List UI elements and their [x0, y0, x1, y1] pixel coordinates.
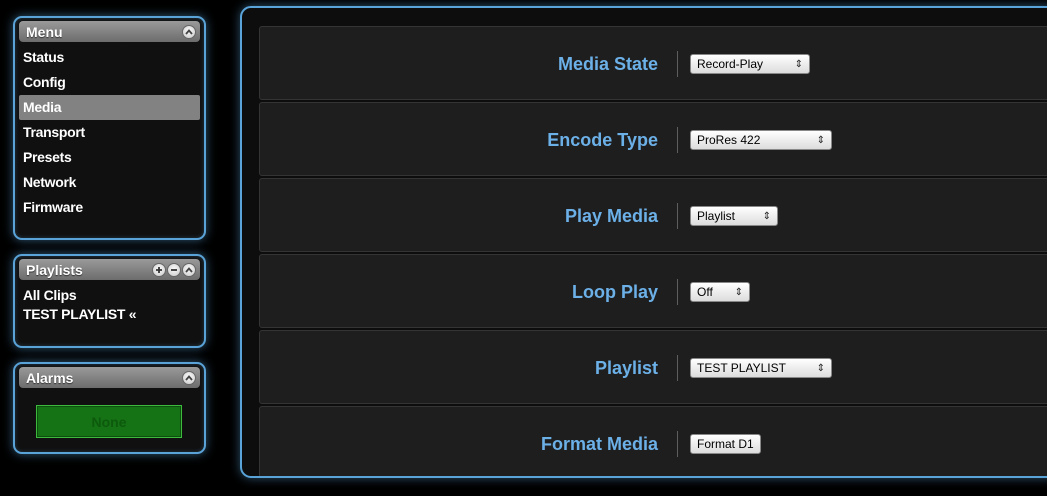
sidebar-item-transport[interactable]: Transport: [19, 120, 200, 145]
alarms-panel-title: Alarms: [26, 369, 74, 386]
sidebar-item-network[interactable]: Network: [19, 170, 200, 195]
playlist-label: Playlist: [594, 358, 658, 378]
media-state-label: Media State: [557, 54, 658, 74]
media-state-row: Media State Record-Play ⇕: [259, 26, 1047, 100]
encode-type-select[interactable]: ProRes 422 ⇕: [690, 130, 832, 150]
sidebar-item-presets[interactable]: Presets: [19, 145, 200, 170]
play-media-select[interactable]: Playlist ⇕: [690, 206, 778, 226]
menu-panel: Menu Status Config Media Transport Prese…: [13, 16, 206, 240]
playlist-value: TEST PLAYLIST: [697, 361, 786, 375]
divider: [677, 127, 678, 153]
play-media-value: Playlist: [697, 209, 736, 223]
alarms-panel: Alarms None: [13, 362, 206, 454]
playlist-select[interactable]: TEST PLAYLIST ⇕: [690, 358, 832, 378]
loop-play-label: Loop Play: [571, 282, 658, 302]
divider: [677, 355, 678, 381]
format-d1-button[interactable]: Format D1: [690, 434, 761, 454]
updown-arrows-icon: ⇕: [734, 286, 743, 298]
updown-arrows-icon: ⇕: [816, 134, 825, 146]
playlists-panel-header: Playlists: [19, 259, 200, 280]
encode-type-label: Encode Type: [547, 130, 658, 150]
playlists-panel-title: Playlists: [26, 261, 83, 278]
playlists-panel: Playlists All Clips TEST PLAYLIST «: [13, 254, 206, 348]
loop-play-value: Off: [697, 285, 713, 299]
menu-nav-list: Status Config Media Transport Presets Ne…: [15, 42, 204, 224]
loop-play-row: Loop Play Off ⇕: [259, 254, 1047, 328]
format-media-label: Format Media: [540, 434, 658, 454]
menu-panel-header: Menu: [19, 21, 200, 42]
chevron-up-icon[interactable]: [182, 24, 196, 39]
divider: [677, 279, 678, 305]
sidebar-item-media[interactable]: Media: [19, 95, 200, 120]
updown-arrows-icon: ⇕: [794, 58, 803, 70]
sidebar-item-status[interactable]: Status: [19, 45, 200, 70]
chevron-up-icon[interactable]: [182, 262, 196, 277]
media-state-value: Record-Play: [697, 57, 764, 71]
media-state-select[interactable]: Record-Play ⇕: [690, 54, 810, 74]
plus-icon[interactable]: [152, 262, 166, 277]
playlist-row: Playlist TEST PLAYLIST ⇕: [259, 330, 1047, 404]
playlists-list: All Clips TEST PLAYLIST «: [15, 280, 204, 331]
minus-icon[interactable]: [167, 262, 181, 277]
sidebar-item-config[interactable]: Config: [19, 70, 200, 95]
alarm-status-indicator: None: [36, 405, 182, 438]
divider: [677, 51, 678, 77]
updown-arrows-icon: ⇕: [762, 210, 771, 222]
encode-type-row: Encode Type ProRes 422 ⇕: [259, 102, 1047, 176]
play-media-label: Play Media: [564, 206, 658, 226]
loop-play-select[interactable]: Off ⇕: [690, 282, 750, 302]
sidebar-item-firmware[interactable]: Firmware: [19, 195, 200, 220]
divider: [677, 203, 678, 229]
playlist-item-test-playlist[interactable]: TEST PLAYLIST «: [19, 302, 200, 327]
menu-panel-title: Menu: [26, 23, 63, 40]
media-settings-panel: Media State Record-Play ⇕ Encode Type Pr…: [240, 6, 1047, 478]
play-media-row: Play Media Playlist ⇕: [259, 178, 1047, 252]
format-media-row: Format Media Format D1: [259, 406, 1047, 476]
encode-type-value: ProRes 422: [697, 133, 761, 147]
alarms-panel-header: Alarms: [19, 367, 200, 388]
divider: [677, 431, 678, 457]
chevron-up-icon[interactable]: [182, 370, 196, 385]
updown-arrows-icon: ⇕: [816, 362, 825, 374]
